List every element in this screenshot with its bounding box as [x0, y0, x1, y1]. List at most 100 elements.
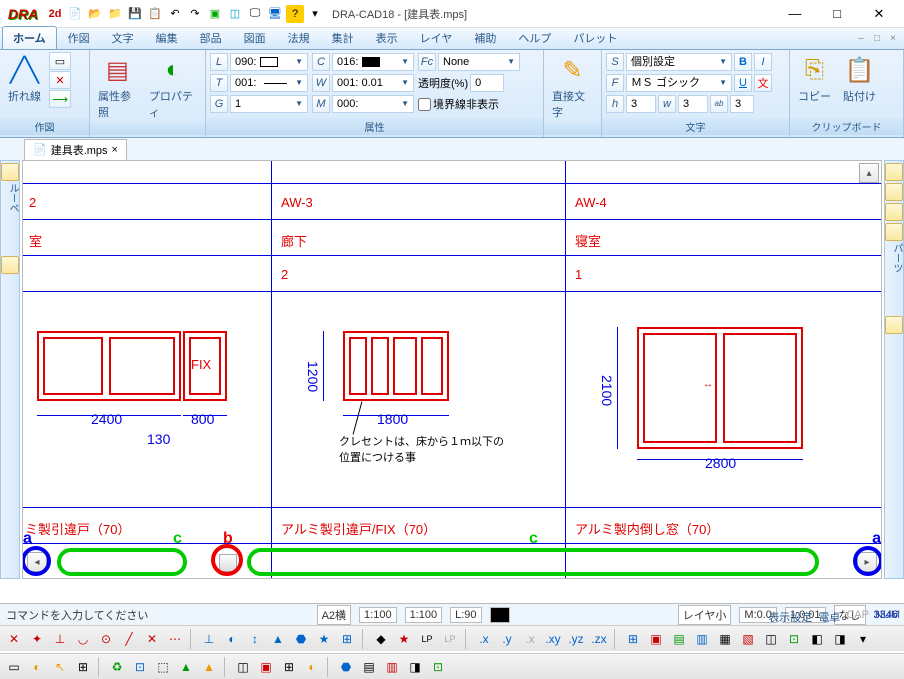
qat-redo-icon[interactable]: ↷: [186, 5, 204, 23]
drawing-canvas[interactable]: 2 AW-3 AW-4 室 廊下 寝室 2 1 FIX 2400 800 130…: [23, 161, 881, 578]
tb1-b5[interactable]: ⊙: [96, 629, 116, 649]
tb2-b15[interactable]: ▤: [359, 657, 379, 677]
tb2-b3[interactable]: ↖: [50, 657, 70, 677]
qat-help-icon[interactable]: ?: [286, 5, 304, 23]
tab-help[interactable]: ヘルプ: [507, 26, 562, 49]
tb1-b12[interactable]: ▲: [268, 629, 288, 649]
tab-home[interactable]: ホーム: [2, 26, 57, 49]
tb2-b10[interactable]: ◫: [233, 657, 253, 677]
tb2-b5[interactable]: ♻: [107, 657, 127, 677]
tb1-b2[interactable]: ✦: [27, 629, 47, 649]
tb1-b6[interactable]: ╱: [119, 629, 139, 649]
tab-view[interactable]: 表示: [365, 26, 409, 49]
qat-win-icon[interactable]: 🖵: [246, 5, 264, 23]
tb1-b17[interactable]: ★: [394, 629, 414, 649]
Fc-val[interactable]: None▼: [438, 53, 520, 71]
tb1-zx[interactable]: .zx: [589, 629, 609, 649]
tb1-b18[interactable]: LP: [417, 629, 437, 649]
left-tab-label[interactable]: ルーペ: [5, 183, 20, 213]
tab-legal[interactable]: 法規: [277, 26, 321, 49]
tb1-c10[interactable]: ◨: [830, 629, 850, 649]
doc-close-icon[interactable]: ×: [112, 144, 118, 156]
S-val[interactable]: 個別設定▼: [626, 53, 732, 71]
document-tab[interactable]: 📄 建具表.mps ×: [24, 139, 127, 160]
tb1-b10[interactable]: ◐: [222, 629, 242, 649]
trans-val[interactable]: 0: [470, 74, 504, 92]
draw-sm3[interactable]: ⟶: [49, 90, 71, 108]
tb1-y[interactable]: .y: [497, 629, 517, 649]
right-pal-3[interactable]: [885, 203, 903, 221]
tb1-b16[interactable]: ◆: [371, 629, 391, 649]
qat-2d3d-icon[interactable]: 2d: [46, 5, 64, 23]
tb2-b4[interactable]: ⊞: [73, 657, 93, 677]
right-pal-2[interactable]: [885, 183, 903, 201]
tb2-b11[interactable]: ▣: [256, 657, 276, 677]
tb1-b14[interactable]: ★: [314, 629, 334, 649]
draw-sm2[interactable]: ✕: [49, 71, 71, 89]
tb1-c8[interactable]: ⊡: [784, 629, 804, 649]
tab-aux[interactable]: 補助: [463, 26, 507, 49]
qat-undo-icon[interactable]: ↶: [166, 5, 184, 23]
qat-save-icon[interactable]: 💾: [126, 5, 144, 23]
tab-draw[interactable]: 作図: [57, 26, 101, 49]
W-val[interactable]: 001: 0.01▼: [332, 74, 414, 92]
qat-new-icon[interactable]: 📄: [66, 5, 84, 23]
direct-text-button[interactable]: ✎ 直接文字: [548, 52, 597, 122]
F-val[interactable]: ＭＳ ゴシック▼: [626, 74, 732, 92]
tb1-yz[interactable]: .yz: [566, 629, 586, 649]
tb1-b1[interactable]: ✕: [4, 629, 24, 649]
tb2-b2[interactable]: ◐: [27, 657, 47, 677]
tb1-xy[interactable]: .xy: [543, 629, 563, 649]
status-ang[interactable]: L:90: [450, 607, 481, 623]
status-layer[interactable]: レイヤ小: [678, 605, 732, 625]
right-pal-4[interactable]: [885, 223, 903, 241]
tb1-b3[interactable]: ⊥: [50, 629, 70, 649]
border-hide-checkbox[interactable]: [418, 98, 431, 111]
qat-open2-icon[interactable]: 📁: [106, 5, 124, 23]
status-calc[interactable]: 電卓: [818, 609, 840, 625]
right-pal-5[interactable]: [885, 316, 903, 334]
tb2-b16[interactable]: ▥: [382, 657, 402, 677]
tab-parts[interactable]: 部品: [189, 26, 233, 49]
tb1-b9[interactable]: ⊥: [199, 629, 219, 649]
qat-open-icon[interactable]: 📂: [86, 5, 104, 23]
attr-ref-button[interactable]: ▤ 属性参照: [94, 52, 141, 122]
qat-print-icon[interactable]: 📋: [146, 5, 164, 23]
left-pal-2[interactable]: [1, 256, 19, 274]
bold-btn[interactable]: B: [734, 53, 752, 71]
tb1-c11[interactable]: ▾: [853, 629, 873, 649]
r-val[interactable]: 3: [730, 95, 754, 113]
C-val[interactable]: 016:▼: [332, 53, 414, 71]
status-disp[interactable]: 表示設定: [768, 609, 812, 625]
tab-text[interactable]: 文字: [101, 26, 145, 49]
tb1-c9[interactable]: ◧: [807, 629, 827, 649]
qat-scr-icon[interactable]: 🖥: [266, 5, 284, 23]
tb1-c3[interactable]: ▤: [669, 629, 689, 649]
tb2-b9[interactable]: ▲: [199, 657, 219, 677]
tab-edit[interactable]: 編集: [145, 26, 189, 49]
tb1-b11[interactable]: ↕: [245, 629, 265, 649]
italic-btn[interactable]: I: [754, 53, 772, 71]
tb1-x[interactable]: .x: [474, 629, 494, 649]
M-val[interactable]: 000:▼: [332, 95, 414, 113]
tb2-b12[interactable]: ⊞: [279, 657, 299, 677]
tb2-b8[interactable]: ▲: [176, 657, 196, 677]
tb1-b8[interactable]: ⋯: [165, 629, 185, 649]
tb1-c6[interactable]: ▧: [738, 629, 758, 649]
status-paper[interactable]: A2横: [317, 605, 351, 625]
tab-calc[interactable]: 集計: [321, 26, 365, 49]
tb1-b13[interactable]: ⬣: [291, 629, 311, 649]
tb1-c1[interactable]: ⊞: [623, 629, 643, 649]
h-val[interactable]: 3: [626, 95, 656, 113]
tb1-c4[interactable]: ▥: [692, 629, 712, 649]
G-val[interactable]: 1▼: [230, 95, 308, 113]
status-color[interactable]: [490, 607, 510, 623]
tab-drawing[interactable]: 図面: [233, 26, 277, 49]
tb2-b17[interactable]: ◨: [405, 657, 425, 677]
mdi-close-icon[interactable]: ×: [886, 33, 900, 47]
polyline-button[interactable]: ╱╲ 折れ線: [4, 52, 45, 106]
tb2-b14[interactable]: ⬣: [336, 657, 356, 677]
underline-btn[interactable]: U: [734, 74, 752, 92]
right-tab-label[interactable]: パーツ: [889, 243, 904, 273]
mdi-min-icon[interactable]: –: [854, 33, 868, 47]
